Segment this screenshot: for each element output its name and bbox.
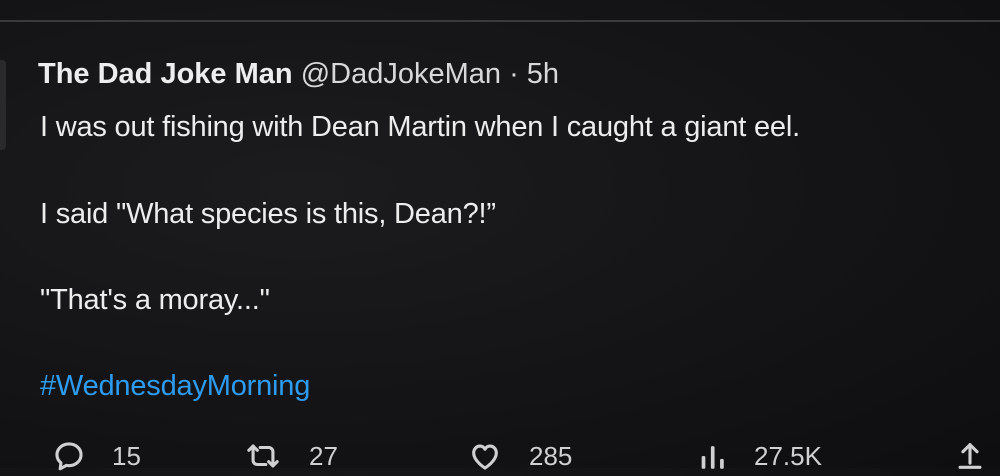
like-count: 285 — [529, 440, 573, 471]
retweet-button[interactable]: 27 — [243, 436, 338, 476]
hashtag-link[interactable]: #WednesdayMorning — [40, 366, 310, 406]
tweet-header: The Dad Joke Man @DadJokeMan · 5h — [38, 54, 559, 94]
reply-button[interactable]: 15 — [52, 436, 141, 476]
top-divider — [0, 20, 1000, 22]
left-edge-avatar-fragment — [0, 60, 6, 150]
retweet-count: 27 — [309, 440, 338, 471]
views-button[interactable]: 27.5K — [698, 436, 822, 476]
tweet-text-line-1: I was out fishing with Dean Martin when … — [40, 111, 800, 143]
share-button[interactable] — [955, 436, 985, 476]
reply-count: 15 — [112, 440, 141, 471]
like-button[interactable]: 285 — [467, 436, 572, 476]
user-handle[interactable]: @DadJokeMan — [301, 58, 501, 90]
tweet-text-line-3: "That's a moray..." — [40, 284, 270, 316]
display-name[interactable]: The Dad Joke Man — [38, 58, 293, 90]
header-separator: · — [509, 58, 519, 90]
tweet-timestamp[interactable]: 5h — [527, 58, 559, 90]
tweet-text-line-2: I said "What species is this, Dean?!” — [40, 198, 496, 230]
views-count: 27.5K — [754, 440, 822, 471]
